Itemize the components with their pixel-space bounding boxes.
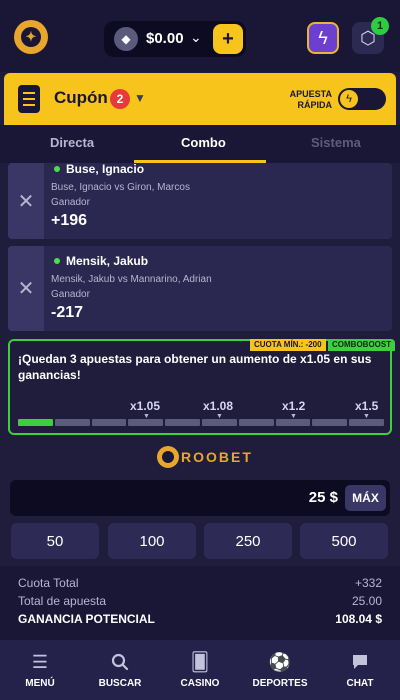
progress-segment [275,419,311,426]
total-odds-label: Cuota Total [18,576,79,590]
live-dot-icon [54,166,60,172]
chevron-down-icon: ⌄ [190,29,202,45]
total-stake-value: 25.00 [351,594,382,608]
live-dot-icon [54,258,60,264]
top-bar: ✦ ◆ $0.00 ⌄ + ϟ ⬡ 1 [0,0,400,72]
multiplier-label: x1.08 [203,399,234,413]
total-stake-label: Total de apuesta [18,594,107,608]
nav-item-casino[interactable]: 🂠 CASINO [165,650,235,690]
progress-segment [349,419,384,426]
nav-label: BUSCAR [98,678,142,689]
search-icon [85,650,155,674]
potential-win-row: GANANCIA POTENCIAL 108.04 $ [18,612,382,626]
multiplier-label: x1.05 [130,399,161,413]
nav-label: MENÚ [25,678,55,689]
quick-amount-button[interactable]: 500 [300,523,388,559]
menu-icon: ☰ [31,651,49,672]
quick-bet-toggle[interactable]: ϟ [338,88,386,110]
nav-item-menu[interactable]: ☰ MENÚ [5,650,75,690]
casino-icon: 🂠 [190,651,210,672]
notification-badge: 1 [371,17,389,35]
progress-segment [128,419,164,426]
total-odds-row: Cuota Total +332 [18,576,382,590]
roobet-logo-icon [157,446,179,468]
progress-segment [18,419,53,426]
stake-input[interactable]: 25 $ MÁX [10,480,390,516]
nav-item-search[interactable]: BUSCAR [85,650,155,689]
potential-win-label: GANANCIA POTENCIAL [18,612,155,626]
bet-odds: -217 [51,304,84,321]
max-button[interactable]: MÁX [345,485,386,511]
progress-segment [238,419,274,426]
tab-directa[interactable]: Directa [50,135,94,150]
bet-market: Ganador [51,197,90,208]
ethereum-icon: ◆ [114,27,138,51]
total-stake-row: Total de apuesta 25.00 [18,594,382,608]
bet-odds: +196 [51,212,88,229]
roobet-brand: ROOBET [157,446,251,468]
tab-sistema[interactable]: Sistema [311,135,361,150]
bottom-navigation: ☰ MENÚ BUSCAR 🂠 CASINO ⚽ DEPORTES CHAT [0,640,400,700]
bet-match: Mensik, Jakub vs Mannarino, Adrian [51,274,212,285]
chat-icon [325,650,395,674]
progress-segment [312,419,348,426]
caret-down-icon[interactable]: ▼ [134,91,146,105]
total-odds-value: +332 [354,576,382,590]
nav-label: DEPORTES [252,678,308,689]
brand-name: ROOBET [181,449,253,465]
tab-combo[interactable]: Combo [181,135,226,150]
progress-segment [54,419,90,426]
potential-win-value: 108.04 $ [335,612,382,626]
multiplier-label: x1.5 [355,399,379,413]
stake-value[interactable]: 25 $ [218,489,338,506]
sports-icon: ⚽ [268,651,292,672]
quick-amount-button[interactable]: 250 [204,523,292,559]
bolt-icon[interactable]: ϟ [307,22,339,54]
coupon-bar[interactable]: Cupón 2 ▼ APUESTA RÁPIDA ϟ [4,73,396,125]
roobet-logo-icon[interactable]: ✦ [14,20,48,54]
nav-item-chat[interactable]: CHAT [325,650,395,689]
quick-bet-label: APUESTA RÁPIDA [289,89,332,110]
quick-amount-button[interactable]: 100 [108,523,196,559]
combo-boost-panel: CUOTA MÍN.: -200 COMBOBOOST ¡Quedan 3 ap… [8,339,396,435]
progress-segment [91,419,127,426]
min-odds-tag: CUOTA MÍN.: -200 [250,339,326,351]
bet-selection: Buse, Ignacio [66,163,145,176]
quick-amount-button[interactable]: 50 [11,523,99,559]
bet-type-tabs: Directa Combo Sistema [0,125,400,163]
bet-card: ✕ Mensik, Jakub Mensik, Jakub vs Mannari… [8,246,392,331]
coupon-title: Cupón [54,88,108,107]
close-icon[interactable]: ✕ [8,246,44,331]
nav-label: CASINO [180,678,220,689]
bet-match: Buse, Ignacio vs Giron, Marcos [51,182,190,193]
ticket-icon [18,85,40,113]
deposit-button[interactable]: + [213,24,243,54]
boost-message: ¡Quedan 3 apuestas para obtener un aumen… [18,352,372,382]
progress-segment [202,419,237,426]
coupon-count-badge: 2 [110,89,130,109]
nav-item-sports[interactable]: ⚽ DEPORTES [245,650,315,690]
bet-selection: Mensik, Jakub [66,254,149,268]
nav-label: CHAT [346,678,374,689]
wallet-selector[interactable]: ◆ $0.00 ⌄ + [104,21,246,57]
progress-segment [165,419,200,426]
close-icon[interactable]: ✕ [8,163,44,239]
bet-market: Ganador [51,289,90,300]
bolt-icon: ϟ [340,90,358,108]
wallet-balance: $0.00 [146,30,184,47]
comboboost-tag: COMBOBOOST [328,339,396,351]
bet-card: ✕ Buse, Ignacio Buse, Ignacio vs Giron, … [8,163,392,239]
bet-summary: Cuota Total +332 Total de apuesta 25.00 … [0,566,400,640]
multiplier-label: x1.2 [282,399,306,413]
